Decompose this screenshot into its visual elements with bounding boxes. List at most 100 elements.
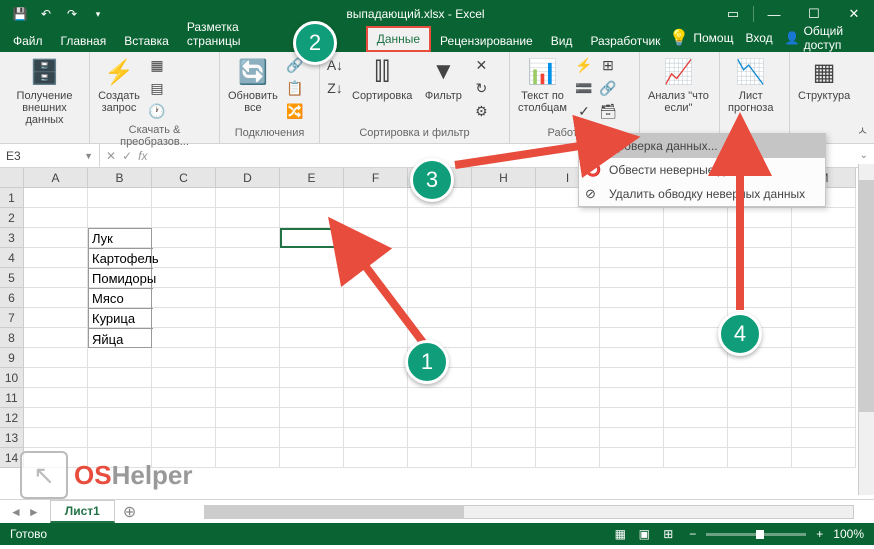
cell[interactable] xyxy=(792,348,856,368)
cell[interactable] xyxy=(600,308,664,328)
cell-b6[interactable]: Мясо xyxy=(89,289,153,309)
forecast-button[interactable]: 📉Лист прогноза xyxy=(724,54,777,116)
cell[interactable] xyxy=(728,388,792,408)
new-query-button[interactable]: ⚡Создать запрос xyxy=(94,54,144,116)
fx-button[interactable]: fx xyxy=(138,149,147,163)
cell[interactable] xyxy=(536,388,600,408)
cell[interactable] xyxy=(344,388,408,408)
cell[interactable] xyxy=(536,328,600,348)
add-sheet-button[interactable]: ⊕ xyxy=(115,502,144,522)
refresh-all-button[interactable]: 🔄Обновить все xyxy=(224,54,282,116)
cell[interactable] xyxy=(536,208,600,228)
cell[interactable] xyxy=(24,348,88,368)
zoom-out[interactable]: − xyxy=(689,527,696,541)
cell[interactable] xyxy=(792,448,856,468)
cell[interactable] xyxy=(664,208,728,228)
enter-formula[interactable]: ✓ xyxy=(122,149,132,163)
share-button[interactable]: 👤 Общий доступ xyxy=(785,24,866,52)
external-data-button[interactable]: 🗄️Получение внешних данных xyxy=(4,54,85,128)
cell[interactable] xyxy=(728,248,792,268)
cell[interactable] xyxy=(600,328,664,348)
tab-data[interactable]: Данные xyxy=(368,28,429,50)
cell[interactable] xyxy=(728,368,792,388)
login-link[interactable]: Вход xyxy=(745,31,772,45)
cell-b4[interactable]: Картофель xyxy=(89,249,153,269)
name-box[interactable]: E3▼ xyxy=(0,144,100,167)
cell[interactable] xyxy=(728,408,792,428)
cell[interactable] xyxy=(344,328,408,348)
cell[interactable] xyxy=(408,268,472,288)
cell[interactable] xyxy=(472,288,536,308)
cell[interactable] xyxy=(88,388,152,408)
cell[interactable] xyxy=(344,188,408,208)
cell[interactable] xyxy=(664,428,728,448)
zoom-level[interactable]: 100% xyxy=(833,527,864,541)
edit-links[interactable]: 🔀 xyxy=(284,100,306,122)
cell[interactable] xyxy=(408,288,472,308)
redo-button[interactable]: ↷ xyxy=(60,3,84,25)
cell[interactable] xyxy=(88,348,152,368)
cell[interactable] xyxy=(792,308,856,328)
row-header-4[interactable]: 4 xyxy=(0,248,24,268)
cell[interactable] xyxy=(536,408,600,428)
cell[interactable] xyxy=(152,248,216,268)
row-header-11[interactable]: 11 xyxy=(0,388,24,408)
cell[interactable] xyxy=(536,448,600,468)
row-header-8[interactable]: 8 xyxy=(0,328,24,348)
cell[interactable] xyxy=(344,288,408,308)
whatif-button[interactable]: 📈Анализ "что если" xyxy=(644,54,713,116)
normal-view[interactable]: ▦ xyxy=(609,525,631,543)
cell[interactable] xyxy=(152,288,216,308)
col-header-E[interactable]: E xyxy=(280,168,344,188)
cell[interactable] xyxy=(472,448,536,468)
zoom-slider[interactable] xyxy=(706,533,806,536)
consolidate[interactable]: ⊞ xyxy=(597,54,619,76)
vertical-scrollbar[interactable] xyxy=(858,164,874,495)
cell[interactable] xyxy=(472,268,536,288)
cell[interactable] xyxy=(792,248,856,268)
cell[interactable] xyxy=(792,328,856,348)
cell[interactable] xyxy=(408,228,472,248)
cell[interactable] xyxy=(600,388,664,408)
row-header-2[interactable]: 2 xyxy=(0,208,24,228)
cell[interactable] xyxy=(728,428,792,448)
cell[interactable] xyxy=(280,248,344,268)
cell[interactable] xyxy=(88,428,152,448)
cell[interactable] xyxy=(408,408,472,428)
cell[interactable] xyxy=(152,268,216,288)
cell[interactable] xyxy=(472,368,536,388)
horizontal-scrollbar[interactable] xyxy=(204,505,854,519)
cell[interactable] xyxy=(24,328,88,348)
cell[interactable] xyxy=(344,348,408,368)
cell[interactable] xyxy=(24,368,88,388)
cell[interactable] xyxy=(216,288,280,308)
row-header-13[interactable]: 13 xyxy=(0,428,24,448)
cell[interactable] xyxy=(728,448,792,468)
hscroll-thumb[interactable] xyxy=(205,506,464,518)
menu-circle-invalid[interactable]: ⭕Обвести неверные данные xyxy=(579,158,825,182)
cell[interactable] xyxy=(216,428,280,448)
row-header-10[interactable]: 10 xyxy=(0,368,24,388)
cell[interactable] xyxy=(792,428,856,448)
data-validation[interactable]: ✓ xyxy=(573,100,595,122)
col-header-A[interactable]: A xyxy=(24,168,88,188)
cell[interactable] xyxy=(792,368,856,388)
cell[interactable] xyxy=(216,208,280,228)
cell[interactable] xyxy=(152,408,216,428)
selected-cell-e3[interactable] xyxy=(280,228,344,248)
cell[interactable] xyxy=(472,328,536,348)
cell[interactable] xyxy=(600,288,664,308)
cell[interactable] xyxy=(216,328,280,348)
cell[interactable] xyxy=(792,408,856,428)
zoom-thumb[interactable] xyxy=(756,530,764,539)
recent-sources[interactable]: 🕐 xyxy=(146,100,168,122)
cell[interactable] xyxy=(536,228,600,248)
cell[interactable] xyxy=(24,408,88,428)
cell[interactable] xyxy=(472,308,536,328)
cell[interactable] xyxy=(280,408,344,428)
cell[interactable] xyxy=(664,248,728,268)
row-header-12[interactable]: 12 xyxy=(0,408,24,428)
sort-button[interactable]: ⫿⫿Сортировка xyxy=(348,54,416,104)
cell[interactable] xyxy=(216,308,280,328)
flash-fill[interactable]: ⚡ xyxy=(573,54,595,76)
